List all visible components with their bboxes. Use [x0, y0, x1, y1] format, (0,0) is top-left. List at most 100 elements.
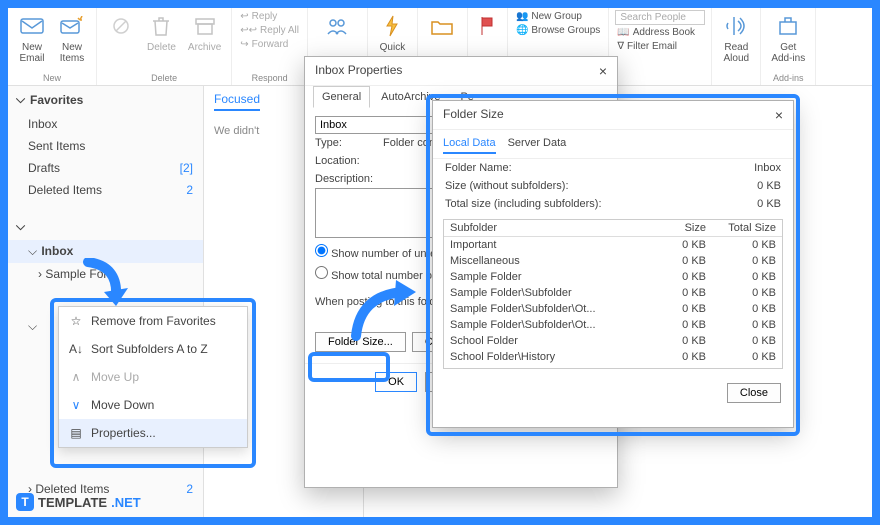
fav-inbox[interactable]: Inbox: [8, 113, 203, 135]
group-label-new: New: [43, 71, 61, 83]
flag-icon: [473, 12, 501, 40]
ribbon-group-delete: Delete Archive Delete: [97, 8, 232, 85]
search-people-input[interactable]: Search People: [615, 10, 705, 25]
fav-deleted[interactable]: Deleted Items2: [8, 179, 203, 201]
folder-move-icon: [428, 12, 456, 40]
mail-spark-icon: [58, 12, 86, 40]
th-total[interactable]: Total Size: [712, 220, 782, 236]
archive-icon: [191, 12, 219, 40]
cm-sort-subfolders[interactable]: A↓Sort Subfolders A to Z: [59, 335, 247, 363]
reply-all-button[interactable]: ↩↩Reply All: [238, 24, 301, 37]
book-icon: 📖: [617, 27, 629, 38]
table-body: Important0 KB0 KBMiscellaneous0 KB0 KBSa…: [444, 237, 782, 365]
table-row[interactable]: Sample Folder\Subfolder\Ot...0 KB0 KB: [444, 317, 782, 333]
fs-title: Folder Size: [443, 107, 504, 123]
radio-show-unread[interactable]: Show number of unrea: [315, 244, 442, 260]
fs-name-label: Folder Name:: [445, 162, 512, 174]
table-header: Subfolder Size Total Size: [444, 220, 782, 237]
address-book-button[interactable]: 📖Address Book: [615, 26, 705, 39]
archive-label: Archive: [188, 42, 221, 53]
new-email-label: New Email: [19, 42, 44, 64]
sort-icon: A↓: [69, 342, 83, 356]
close-icon[interactable]: ×: [775, 107, 783, 123]
quick-button[interactable]: Quick: [374, 10, 410, 55]
template-badge: T TEMPLATE.NET: [16, 493, 141, 511]
reply-button[interactable]: ↩Reply: [238, 10, 301, 23]
folder-size-dialog: Folder Size × Local Data Server Data Fol…: [432, 100, 794, 428]
th-subfolder[interactable]: Subfolder: [444, 220, 652, 236]
table-row[interactable]: Important0 KB0 KB: [444, 237, 782, 253]
table-row[interactable]: Miscellaneous0 KB0 KB: [444, 253, 782, 269]
star-icon: ☆: [69, 314, 83, 328]
reply-icon: ↩: [240, 11, 248, 22]
account-expand[interactable]: ⌵: [8, 213, 203, 240]
th-size[interactable]: Size: [652, 220, 712, 236]
fav-sent[interactable]: Sent Items: [8, 135, 203, 157]
share-button[interactable]: [319, 10, 355, 42]
filter-email-button[interactable]: ∇Filter Email: [615, 40, 705, 53]
read-aloud-button[interactable]: Read Aloud: [718, 10, 754, 66]
table-row[interactable]: School Folder\History0 KB0 KB: [444, 349, 782, 365]
lightning-icon: [378, 12, 406, 40]
table-row[interactable]: School Folder0 KB0 KB: [444, 333, 782, 349]
app-window: New Email New Items New Delete: [8, 8, 872, 517]
delete-label: Delete: [147, 42, 176, 53]
browse-groups-button[interactable]: 🌐Browse Groups: [514, 24, 602, 37]
ribbon-group-addins: Get Add-ins Add-ins: [761, 8, 816, 85]
logo-icon: T: [16, 493, 34, 511]
down-icon: ∨: [69, 398, 83, 412]
tag-button[interactable]: [469, 10, 505, 42]
new-email-button[interactable]: New Email: [14, 10, 50, 66]
new-items-button[interactable]: New Items: [54, 10, 90, 66]
ribbon-group-find: Search People 📖Address Book ∇Filter Emai…: [609, 8, 712, 85]
ok-button[interactable]: OK: [375, 372, 417, 392]
cm-properties[interactable]: ▤Properties...: [59, 419, 247, 447]
cm-move-down[interactable]: ∨Move Down: [59, 391, 247, 419]
chevron-down-icon: ⌵: [16, 219, 26, 234]
fs-titlebar: Folder Size ×: [433, 101, 793, 130]
arrow-1: [80, 258, 130, 314]
type-label: Type:: [315, 137, 375, 149]
fs-tabs: Local Data Server Data: [433, 130, 793, 159]
people-plus-icon: 👥: [516, 11, 528, 22]
globe-icon: 🌐: [516, 25, 528, 36]
close-icon[interactable]: ×: [599, 63, 607, 79]
table-row[interactable]: Sample Folder\Subfolder0 KB0 KB: [444, 285, 782, 301]
tab-general[interactable]: General: [313, 86, 370, 108]
desc-label: Description:: [315, 173, 373, 185]
cm-move-up: ∧Move Up: [59, 363, 247, 391]
archive-button[interactable]: Archive: [184, 10, 225, 55]
tab-focused[interactable]: Focused: [214, 92, 260, 111]
tab-local-data[interactable]: Local Data: [443, 134, 496, 154]
move-button[interactable]: [424, 10, 460, 42]
ignore-icon: [107, 12, 135, 40]
group-label-respond: Respond: [252, 71, 288, 83]
up-icon: ∧: [69, 370, 83, 384]
ignore-button[interactable]: [103, 10, 139, 42]
table-row[interactable]: Sample Folder\Subfolder\Ot...0 KB0 KB: [444, 301, 782, 317]
filter-icon: ∇: [617, 41, 624, 52]
fs-name-value: Inbox: [754, 162, 781, 174]
forward-icon: ↪: [240, 39, 248, 50]
group-label-delete: Delete: [151, 71, 177, 83]
mail-icon: [18, 12, 46, 40]
folder-context-menu: ☆Remove from Favorites A↓Sort Subfolders…: [58, 306, 248, 448]
properties-icon: ▤: [69, 426, 83, 440]
fs-size-label: Size (without subfolders):: [445, 180, 569, 192]
arrow-2: [344, 278, 424, 348]
favorites-header[interactable]: ⌵Favorites: [8, 86, 203, 113]
new-items-label: New Items: [60, 42, 84, 64]
chevron-down-icon: ⌵: [28, 319, 38, 334]
subfolder-table: Subfolder Size Total Size Important0 KB0…: [443, 219, 783, 369]
group-label-addins: Add-ins: [773, 71, 804, 83]
forward-button[interactable]: ↪Forward: [238, 38, 301, 51]
delete-button[interactable]: Delete: [143, 10, 180, 55]
table-row[interactable]: Sample Folder0 KB0 KB: [444, 269, 782, 285]
close-button[interactable]: Close: [727, 383, 781, 403]
get-addins-button[interactable]: Get Add-ins: [767, 10, 809, 66]
tab-server-data[interactable]: Server Data: [508, 134, 567, 154]
new-group-button[interactable]: 👥New Group: [514, 10, 602, 23]
fav-drafts[interactable]: Drafts[2]: [8, 157, 203, 179]
ribbon-group-new: New Email New Items New: [8, 8, 97, 85]
reply-all-icon: ↩↩: [240, 25, 257, 36]
